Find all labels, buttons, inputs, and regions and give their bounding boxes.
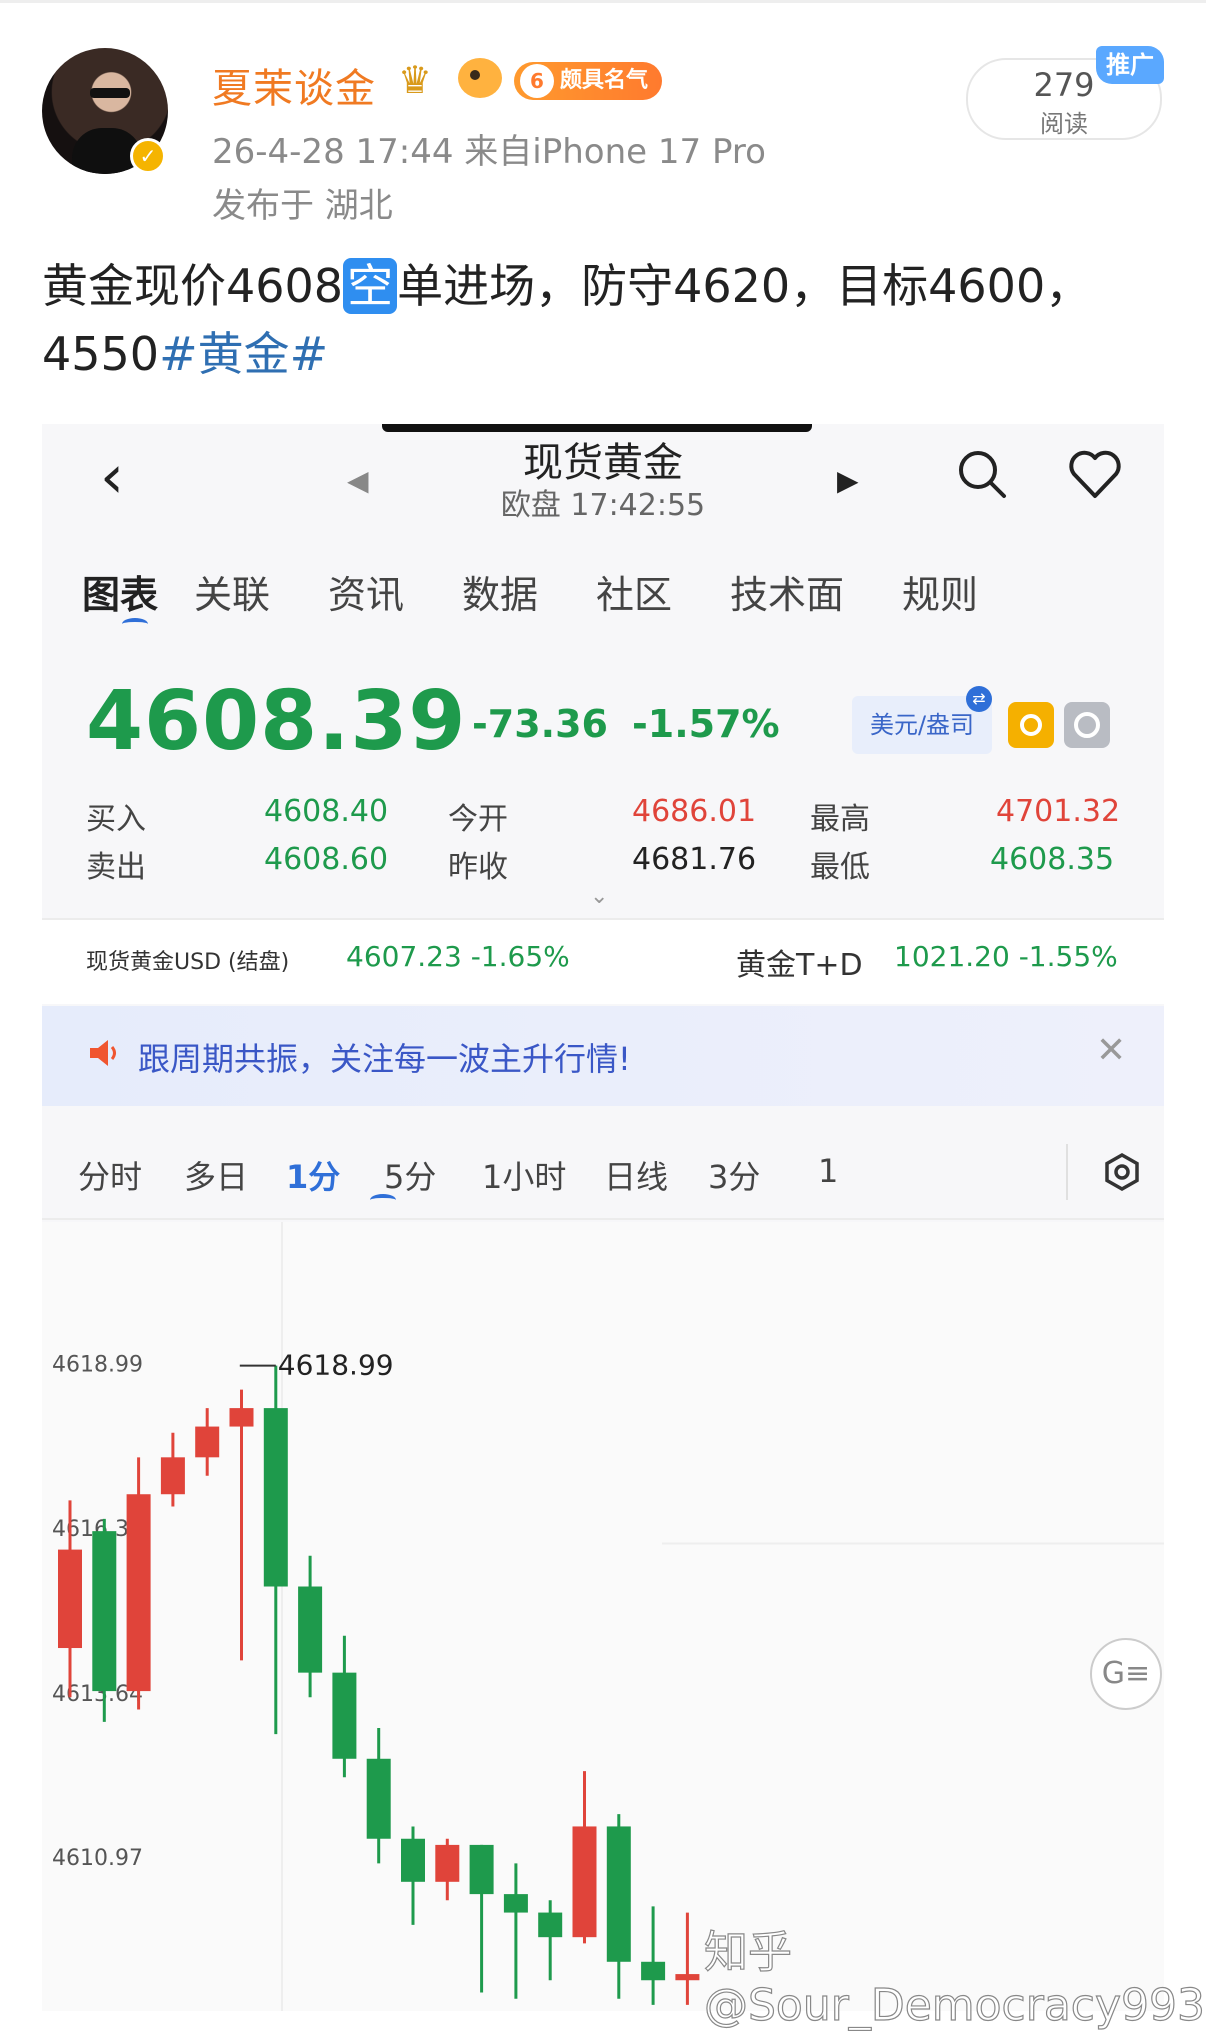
chart-canvas: 4618.994616.324613.644610.974618.99 xyxy=(52,1222,1164,2011)
session-time: 欧盘 17:42:55 xyxy=(500,488,706,523)
candle-body xyxy=(469,1844,494,1895)
tab-rules[interactable]: 规则 xyxy=(902,564,978,619)
sell-label: 卖出 xyxy=(86,850,146,885)
speaker-icon xyxy=(90,1040,116,1066)
tab-data[interactable]: 数据 xyxy=(462,564,538,619)
tab-related[interactable]: 关联 xyxy=(194,564,270,619)
banner-text[interactable]: 跟周期共振，关注每一波主升行情! xyxy=(138,1034,631,1080)
sell-value: 4608.60 xyxy=(264,842,389,877)
period-3min[interactable]: 3分 xyxy=(708,1152,760,1198)
fame-badge[interactable]: 6 颇具名气 xyxy=(514,62,663,100)
expand-chevron-icon[interactable]: ⌄ xyxy=(590,884,608,909)
related-right-label[interactable]: 黄金T+D xyxy=(736,940,863,984)
username[interactable]: 夏茉谈金 xyxy=(212,56,376,114)
open-value: 4686.01 xyxy=(632,794,757,829)
tab-technical[interactable]: 技术面 xyxy=(730,564,844,619)
candle-body xyxy=(92,1531,117,1692)
settings-coin-icon[interactable] xyxy=(1064,702,1110,748)
watermark: 知乎 @Sour_Democracy993 xyxy=(703,1926,1206,2031)
period-5min[interactable]: 5分 xyxy=(384,1152,436,1198)
active-tab-indicator xyxy=(122,618,148,630)
period-daily[interactable]: 日线 xyxy=(604,1152,668,1198)
candle-body xyxy=(435,1844,460,1882)
related-left-label[interactable]: 现货黄金USD (结盘) xyxy=(86,944,289,976)
fish-badge-icon xyxy=(458,58,502,98)
period-1hour[interactable]: 1小时 xyxy=(482,1152,566,1198)
candle-body xyxy=(641,1961,666,1981)
candle-body xyxy=(572,1826,597,1938)
period-divider xyxy=(1066,1144,1068,1200)
gear-icon[interactable] xyxy=(1102,1152,1142,1192)
fame-label: 颇具名气 xyxy=(560,68,649,93)
candle-body xyxy=(503,1894,528,1913)
promo-tag: 推广 xyxy=(1096,46,1164,84)
candle-body xyxy=(229,1408,254,1427)
candle-body xyxy=(538,1912,563,1938)
swap-icon[interactable]: ⇄ xyxy=(966,686,992,712)
search-icon[interactable] xyxy=(954,446,1010,502)
hashtag-link[interactable]: #黄金# xyxy=(159,327,328,381)
period-more[interactable]: 1 xyxy=(818,1152,838,1190)
top-divider xyxy=(0,0,1206,3)
open-label: 今开 xyxy=(448,802,508,837)
prev-close-label: 昨收 xyxy=(448,850,508,885)
candle-body xyxy=(401,1838,425,1882)
chevron-left-icon[interactable]: ‹ xyxy=(100,442,124,512)
triangle-left-icon[interactable]: ◀ xyxy=(347,464,369,497)
candle-body xyxy=(675,1974,700,1981)
close-icon[interactable]: ✕ xyxy=(1096,1030,1126,1071)
candle-body xyxy=(263,1408,288,1587)
post-text-part1: 黄金现价4608 xyxy=(42,259,344,313)
related-right-value: 1021.20 -1.55% xyxy=(894,940,1118,973)
fame-level: 6 xyxy=(520,64,554,98)
y-tick-label: 4610.97 xyxy=(52,1846,143,1871)
prev-close-value: 4681.76 xyxy=(632,842,757,877)
candle-body xyxy=(332,1672,357,1759)
crown-badge-icon: ♛ xyxy=(398,58,433,102)
tab-community[interactable]: 社区 xyxy=(596,564,672,619)
candle-body xyxy=(126,1494,151,1692)
post-location: 发布于 湖北 xyxy=(212,186,393,226)
price-change-pct: -1.57% xyxy=(632,702,780,746)
y-tick-label: 4618.99 xyxy=(52,1353,143,1378)
period-multiday[interactable]: 多日 xyxy=(184,1152,248,1198)
candle-body xyxy=(298,1586,323,1673)
post-meta: 26-4-28 17:44 来自iPhone 17 Pro xyxy=(212,132,766,172)
triangle-right-icon[interactable]: ▶ xyxy=(837,464,859,497)
post-body: 黄金现价4608空单进场，防守4620，目标4600，4550#黄金# xyxy=(42,252,1172,388)
low-label: 最低 xyxy=(810,850,870,885)
buy-label: 买入 xyxy=(86,802,146,837)
candle-body xyxy=(195,1426,220,1458)
app-screenshot: ‹ ◀ 现货黄金 欧盘 17:42:55 ▶ 图表 关联 资讯 数据 社区 技术… xyxy=(42,424,1164,2011)
high-label: 最高 xyxy=(810,802,870,837)
tab-news[interactable]: 资讯 xyxy=(328,564,404,619)
buy-value: 4608.40 xyxy=(264,794,389,829)
period-intraday[interactable]: 分时 xyxy=(78,1152,142,1198)
candle-body xyxy=(606,1826,631,1962)
ge-logo-icon[interactable]: G≡ xyxy=(1090,1638,1162,1710)
heart-icon[interactable] xyxy=(1066,446,1124,502)
candle-body xyxy=(366,1758,391,1839)
verified-badge-icon: ✓ xyxy=(130,138,166,174)
tab-chart[interactable]: 图表 xyxy=(82,564,158,619)
short-highlight: 空 xyxy=(343,258,398,314)
tab-bar: 图表 关联 资讯 数据 社区 技术面 规则 xyxy=(82,564,1122,624)
last-price: 4608.39 xyxy=(86,674,467,769)
candlestick-chart[interactable]: 4618.99 4616.32 4613.64 4610.97 4618.99 xyxy=(42,1222,1164,2011)
max-price-label: 4618.99 xyxy=(278,1349,394,1382)
price-change: -73.36 xyxy=(472,702,608,746)
active-period-indicator xyxy=(370,1194,396,1206)
reads-label: 阅读 xyxy=(1040,110,1088,138)
candle-body xyxy=(160,1457,185,1495)
candle-body xyxy=(58,1549,82,1649)
related-left-value: 4607.23 -1.65% xyxy=(346,940,570,973)
low-value: 4608.35 xyxy=(990,842,1115,877)
high-value: 4701.32 xyxy=(996,794,1121,829)
gold-coin-icon[interactable] xyxy=(1008,702,1054,748)
period-1min[interactable]: 1分 xyxy=(286,1152,340,1198)
